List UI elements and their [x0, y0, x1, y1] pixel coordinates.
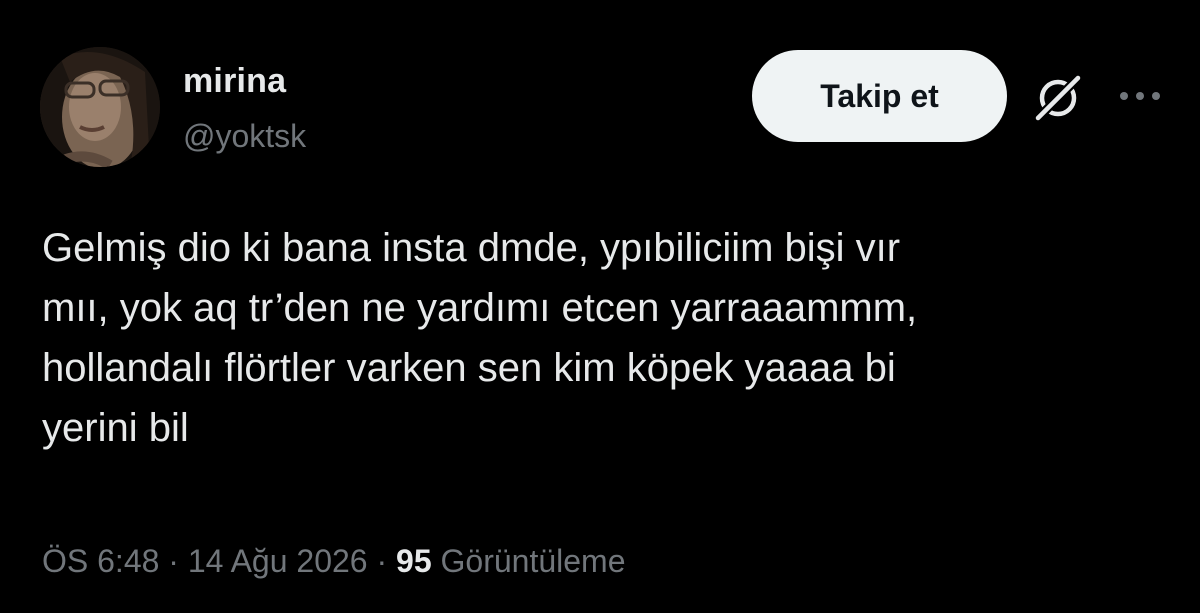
meta-separator: · — [367, 543, 397, 579]
meta-separator: · — [159, 543, 188, 579]
more-dots-icon[interactable] — [1116, 84, 1164, 108]
tweet-card: mirina @yoktsk Takip et Gelmiş dio ki ba… — [0, 0, 1200, 613]
tweet-text: Gelmiş dio ki bana insta dmde, ypıbilici… — [42, 226, 918, 450]
follow-button[interactable]: Takip et — [752, 50, 1007, 142]
tweet-time[interactable]: ÖS 6:48 — [42, 543, 159, 579]
views-label: Görüntüleme — [440, 543, 626, 579]
tweet-meta: ÖS 6:48 · 14 Ağu 2026 · 95 Görüntüleme — [42, 543, 625, 580]
user-handle[interactable]: @yoktsk — [183, 118, 306, 155]
display-name[interactable]: mirina — [183, 62, 286, 101]
grok-icon[interactable] — [1032, 72, 1084, 124]
user-avatar[interactable] — [40, 47, 160, 167]
views-count[interactable]: 95 — [396, 543, 432, 579]
tweet-date[interactable]: 14 Ağu 2026 — [188, 543, 368, 579]
avatar-photo-icon — [40, 47, 160, 167]
